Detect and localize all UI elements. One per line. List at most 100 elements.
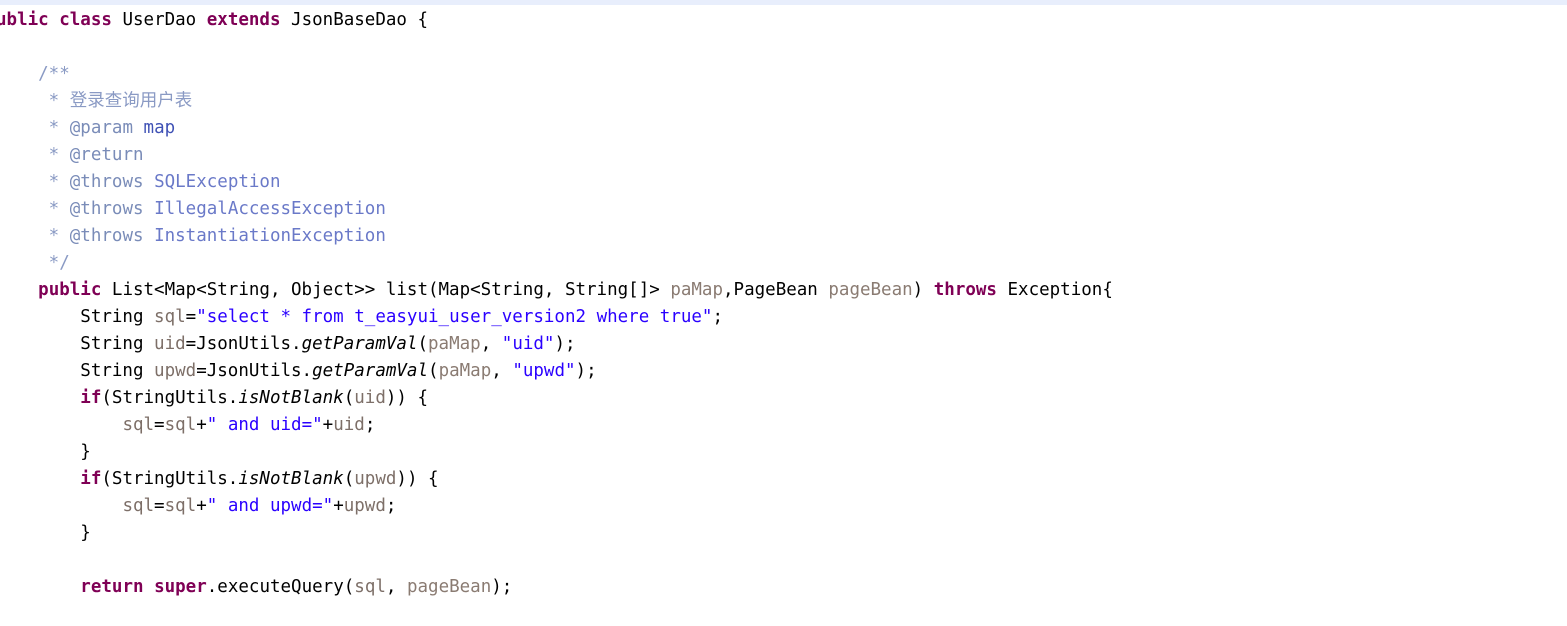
- token: "uid": [501, 334, 555, 354]
- token: uid: [333, 415, 365, 435]
- token: map: [143, 118, 176, 138]
- code-line-sql-init[interactable]: String sql="select * from t_easyui_user_…: [0, 304, 1567, 331]
- token: List<Map<String, Object>> list(Map<Strin…: [101, 280, 671, 300]
- code-line-javadoc-summary[interactable]: * 登录查询用户表: [0, 88, 1567, 115]
- code-line-return-stmt[interactable]: return super.executeQuery(sql, pageBean)…: [0, 574, 1567, 601]
- code-line-blank-2[interactable]: [0, 547, 1567, 574]
- token: @throws: [69, 226, 144, 246]
- token: public: [38, 280, 102, 300]
- code-line-javadoc-param[interactable]: * @param map: [0, 115, 1567, 142]
- token: isNotBlank: [238, 469, 344, 489]
- token: sql: [164, 415, 197, 435]
- token: @return: [69, 145, 144, 165]
- token: =: [154, 415, 165, 435]
- token: =JsonUtils.: [196, 361, 313, 381]
- code-line-javadoc-close[interactable]: */: [0, 250, 1567, 277]
- token: );: [554, 334, 576, 354]
- code-line-javadoc-throws-instantiation[interactable]: * @throws InstantiationException: [0, 223, 1567, 250]
- token: if: [80, 388, 102, 408]
- token: getParamVal: [301, 334, 418, 354]
- java-source-code[interactable]: ublic class UserDao extends JsonBaseDao …: [0, 7, 1567, 601]
- token: (StringUtils.: [101, 388, 239, 408]
- token: (: [343, 577, 355, 597]
- code-line-if-upwd[interactable]: if(StringUtils.isNotBlank(upwd)) {: [0, 466, 1567, 493]
- token: ;: [364, 415, 376, 435]
- token: sql: [122, 496, 155, 516]
- token: ;: [385, 496, 397, 516]
- code-line-javadoc-throws-sql[interactable]: * @throws SQLException: [0, 169, 1567, 196]
- token: getParamVal: [312, 361, 429, 381]
- token: (: [417, 334, 429, 354]
- token: class: [59, 10, 112, 30]
- token: +: [196, 496, 207, 516]
- token: upwd: [343, 496, 386, 516]
- token: (StringUtils.: [101, 469, 239, 489]
- token: uid: [154, 334, 186, 354]
- token: JsonBaseDao {: [280, 10, 429, 30]
- token: *: [0, 199, 70, 219]
- token: upwd: [354, 469, 397, 489]
- code-line-append-upwd[interactable]: sql=sql+" and upwd="+upwd;: [0, 493, 1567, 520]
- token: super: [154, 577, 207, 597]
- token: .: [206, 577, 218, 597]
- code-line-close-if-uid[interactable]: }: [0, 439, 1567, 466]
- token: "upwd": [512, 361, 576, 381]
- code-line-javadoc-throws-illegalaccess[interactable]: * @throws IllegalAccessException: [0, 196, 1567, 223]
- code-line-uid-init[interactable]: String uid=JsonUtils.getParamVal(paMap, …: [0, 331, 1567, 358]
- code-line-if-uid[interactable]: if(StringUtils.isNotBlank(uid)) {: [0, 385, 1567, 412]
- code-line-javadoc-return[interactable]: * @return: [0, 142, 1567, 169]
- token: }: [0, 523, 91, 543]
- token: );: [575, 361, 597, 381]
- code-line-append-uid[interactable]: sql=sql+" and uid="+uid;: [0, 412, 1567, 439]
- token: ,: [480, 334, 502, 354]
- token: " and uid=": [206, 415, 323, 435]
- token: Exception{: [996, 280, 1113, 300]
- token: *: [0, 91, 70, 111]
- token: =: [185, 307, 197, 327]
- token: if: [80, 469, 102, 489]
- token: )) {: [385, 388, 429, 408]
- token: paMap: [428, 334, 481, 354]
- token: 登录查询用户表: [69, 91, 193, 111]
- code-line-class-decl[interactable]: ublic class UserDao extends JsonBaseDao …: [0, 7, 1567, 34]
- token: ,: [385, 577, 407, 597]
- code-editor-viewport: ublic class UserDao extends JsonBaseDao …: [0, 0, 1567, 626]
- token: *: [0, 118, 70, 138]
- token: *: [0, 172, 70, 192]
- token: executeQuery: [217, 577, 344, 597]
- token: paMap: [670, 280, 724, 300]
- token: ,PageBean: [723, 280, 829, 300]
- token: "select * from t_easyui_user_version2 wh…: [196, 307, 713, 327]
- code-line-close-if-upwd[interactable]: }: [0, 520, 1567, 547]
- token: /**: [0, 64, 70, 84]
- token: );: [491, 577, 513, 597]
- code-line-blank-1[interactable]: [0, 34, 1567, 61]
- token: " and upwd=": [206, 496, 334, 516]
- code-line-javadoc-open[interactable]: /**: [0, 61, 1567, 88]
- token: *: [0, 145, 70, 165]
- token: )) {: [396, 469, 439, 489]
- token: upwd: [154, 361, 197, 381]
- token: UserDao: [111, 10, 207, 30]
- token: +: [322, 415, 334, 435]
- token: uid: [354, 388, 386, 408]
- token: pageBean: [406, 577, 492, 597]
- token: extends: [206, 10, 281, 30]
- token: (: [343, 469, 355, 489]
- token: sql: [154, 307, 186, 327]
- code-line-upwd-init[interactable]: String upwd=JsonUtils.getParamVal(paMap,…: [0, 358, 1567, 385]
- token: ): [912, 280, 934, 300]
- token: InstantiationException: [154, 226, 386, 246]
- token: pageBean: [828, 280, 913, 300]
- code-line-method-signature[interactable]: public List<Map<String, Object>> list(Ma…: [0, 277, 1567, 304]
- editor-top-divider: [0, 0, 1567, 5]
